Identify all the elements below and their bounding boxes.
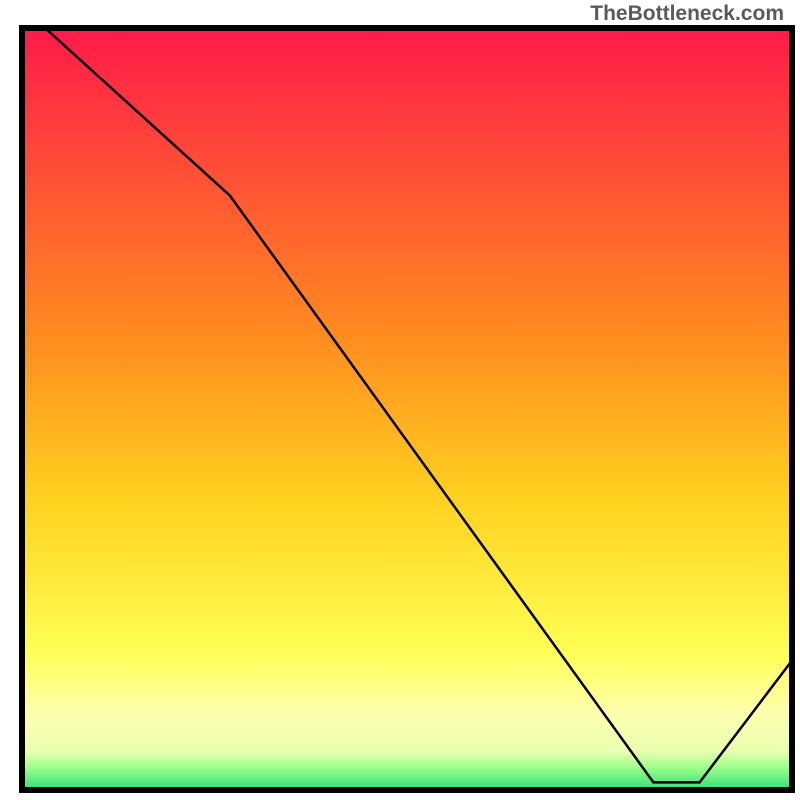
plot-background [22,28,792,790]
chart-svg [0,0,800,800]
watermark-text: TheBottleneck.com [590,2,784,26]
